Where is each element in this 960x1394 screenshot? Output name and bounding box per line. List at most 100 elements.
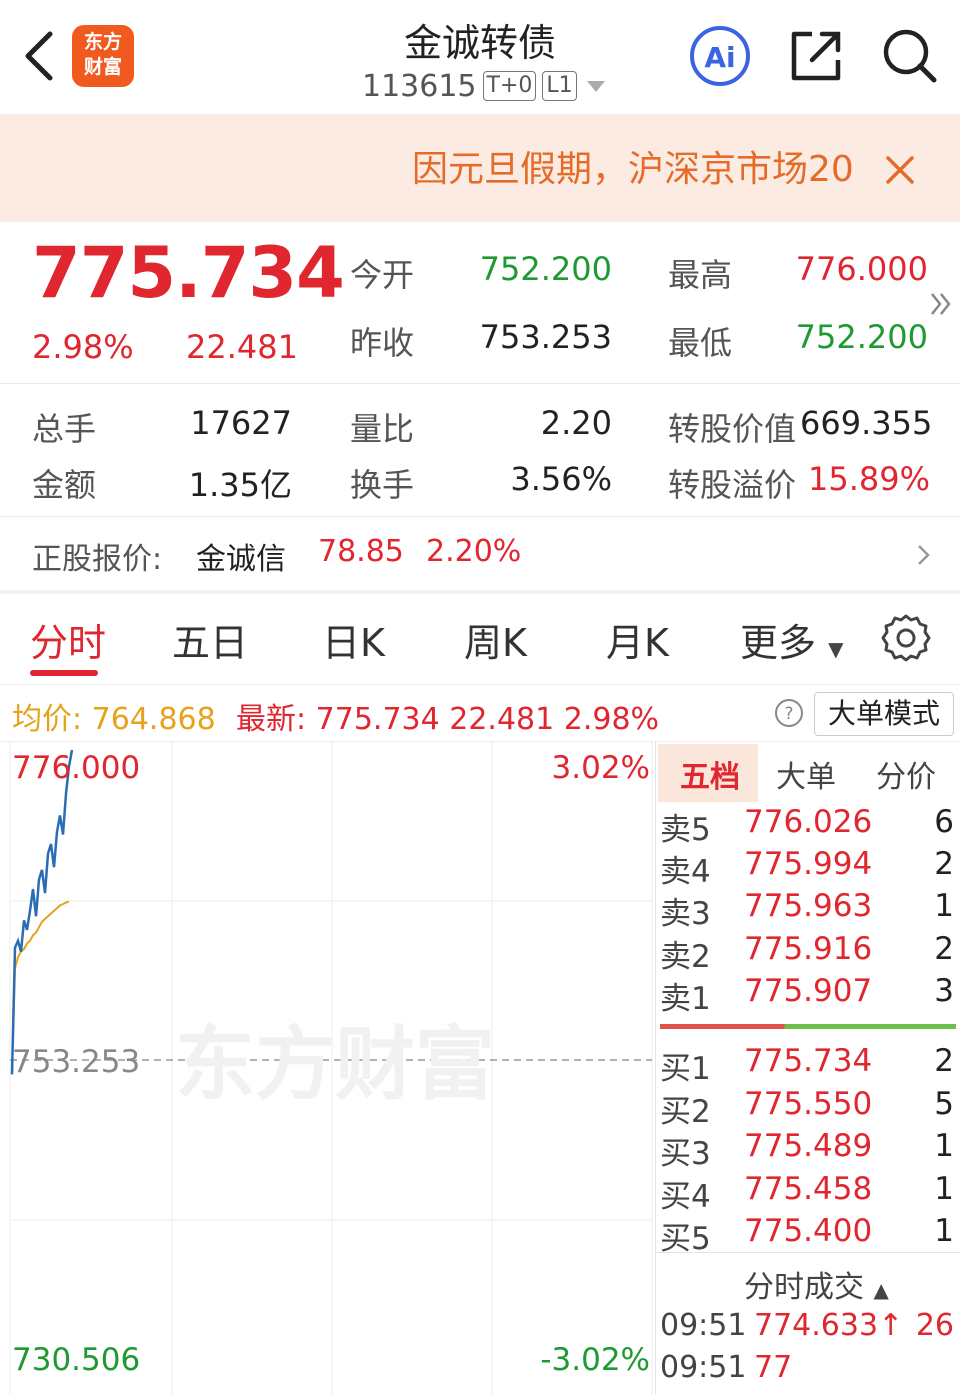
pct-label-bottom: -3.02%	[540, 1342, 650, 1378]
back-arrow-icon[interactable]	[20, 26, 60, 86]
bid-label: 买1	[660, 1051, 711, 1087]
amount-value: 1.35亿	[188, 466, 292, 504]
ask-row-5: 卖5 776.026 6	[660, 804, 956, 848]
underlying-name[interactable]: 金诚信	[196, 534, 286, 578]
bid-volume: 1	[934, 1171, 954, 1207]
ask-row-3: 卖3 775.963 1	[660, 888, 956, 932]
bid-row-2: 买2 775.550 5	[660, 1086, 956, 1130]
security-code-row[interactable]: 113615 T+0 L1	[362, 68, 605, 104]
ai-assistant-icon[interactable]: Ai	[688, 24, 752, 88]
bid-row-4: 买4 775.458 1	[660, 1171, 956, 1215]
bid-volume: 5	[934, 1086, 954, 1122]
close-icon[interactable]	[880, 150, 920, 190]
help-icon[interactable]: ?	[774, 698, 804, 728]
tab-big-orders[interactable]: 大单	[776, 752, 836, 796]
volume-value: 17627	[190, 404, 292, 442]
ask-volume: 6	[934, 804, 954, 840]
tab-monthly-k[interactable]: 月K	[606, 612, 669, 667]
svg-text:Ai: Ai	[704, 41, 735, 74]
ask-label: 卖5	[660, 812, 711, 848]
high-label: 最高	[668, 256, 733, 294]
ask-price: 775.994	[744, 846, 873, 882]
bid-volume: 1	[934, 1213, 954, 1249]
bid-price: 775.734	[744, 1043, 873, 1079]
divider	[656, 1252, 960, 1253]
chevron-down-icon	[586, 80, 605, 92]
tab-more[interactable]: 更多 ▼	[740, 612, 844, 667]
underlying-change: 2.20%	[426, 534, 522, 569]
t0-tag: T+0	[482, 71, 537, 101]
bid-label: 买2	[660, 1094, 711, 1130]
logo-text-1: 东方	[83, 31, 122, 53]
chevron-up-icon: ▲	[873, 1278, 889, 1302]
ask-label: 卖4	[660, 854, 711, 890]
volume-ratio-value: 2.20	[540, 404, 612, 442]
tab-five-day[interactable]: 五日	[172, 612, 248, 667]
ask-label: 卖2	[660, 939, 711, 975]
tab-price-distribution[interactable]: 分价	[876, 752, 936, 796]
tab-intraday[interactable]: 分时	[30, 612, 106, 667]
premium-value: 15.89%	[808, 460, 931, 498]
bid-row-5: 买5 775.400 1	[660, 1213, 956, 1257]
ask-price: 776.026	[744, 804, 873, 840]
latest-price-label: 最新: 775.734 22.481 2.98%	[236, 702, 660, 737]
chevron-right-icon[interactable]	[914, 540, 934, 570]
ask-row-1: 卖1 775.907 3	[660, 973, 956, 1017]
share-icon[interactable]	[786, 26, 846, 86]
big-order-mode-button[interactable]: 大单模式	[814, 692, 954, 736]
high-value: 776.000	[795, 250, 928, 288]
search-icon[interactable]	[880, 26, 940, 86]
chart-watermark: 东方财富	[175, 1018, 495, 1111]
y-label-bottom: 730.506	[12, 1342, 140, 1378]
prev-close-label: 昨收	[350, 324, 415, 362]
bid-price: 775.400	[744, 1213, 873, 1249]
last-price: 775.734	[32, 232, 345, 314]
page-title: 金诚转债	[403, 21, 556, 65]
bid-label: 买4	[660, 1179, 711, 1215]
l1-tag: L1	[542, 71, 577, 101]
trade-price: 77	[754, 1350, 793, 1385]
panel-divider	[655, 742, 656, 1394]
low-value: 752.200	[795, 318, 928, 356]
bid-volume: 1	[934, 1128, 954, 1164]
bid-label: 买3	[660, 1136, 711, 1172]
pct-label-top: 3.02%	[552, 750, 650, 786]
tab-daily-k[interactable]: 日K	[322, 612, 385, 667]
ask-volume: 2	[934, 931, 954, 967]
trade-price: 774.633↑	[754, 1308, 904, 1343]
divider	[0, 383, 960, 384]
buy-sell-ratio-bar	[660, 1024, 956, 1029]
trade-row: 09:51 774.633↑ 26	[660, 1308, 956, 1350]
tab-level5[interactable]: 五档	[680, 752, 740, 796]
turnover-label: 换手	[350, 466, 415, 504]
security-code: 113615	[362, 68, 477, 104]
tab-more-label: 更多	[740, 621, 817, 665]
trades-header[interactable]: 分时成交 ▲	[744, 1262, 889, 1306]
bid-row-3: 买3 775.489 1	[660, 1128, 956, 1172]
bid-price: 775.458	[744, 1171, 873, 1207]
low-label: 最低	[668, 324, 733, 362]
conversion-value: 669.355	[800, 404, 933, 442]
intraday-chart[interactable]: 东方财富 776.000 753.253 730.506 3.02% -3.02…	[0, 742, 655, 1394]
trade-row: 09:51 77	[660, 1350, 956, 1392]
expand-chevron-icon[interactable]	[928, 286, 954, 322]
logo-text-2: 财富	[83, 56, 122, 78]
ask-price: 775.963	[744, 888, 873, 924]
trades-header-label: 分时成交	[744, 1270, 864, 1305]
volume-ratio-label: 量比	[350, 410, 415, 448]
y-label-mid: 753.253	[12, 1044, 140, 1080]
ask-price: 775.916	[744, 931, 873, 967]
average-price-label: 均价: 764.868	[12, 702, 216, 737]
gear-icon[interactable]	[880, 612, 932, 664]
premium-label: 转股溢价	[668, 466, 797, 504]
open-label: 今开	[350, 256, 415, 294]
ask-row-4: 卖4 775.994 2	[660, 846, 956, 890]
ask-price: 775.907	[744, 973, 873, 1009]
tab-weekly-k[interactable]: 周K	[464, 612, 527, 667]
trade-volume: 26	[915, 1308, 954, 1343]
trade-time: 09:51	[660, 1350, 747, 1385]
bid-volume: 2	[934, 1043, 954, 1079]
ask-volume: 1	[934, 888, 954, 924]
volume-label: 总手	[32, 410, 97, 448]
open-value: 752.200	[479, 250, 612, 288]
